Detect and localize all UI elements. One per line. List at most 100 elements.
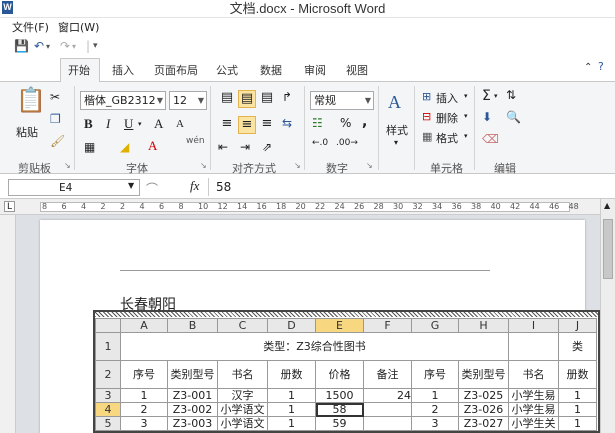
decrease-decimal-icon[interactable]: .00→	[336, 138, 358, 148]
align-left-icon[interactable]: ≡	[218, 116, 236, 134]
cell[interactable]	[363, 402, 412, 417]
styles-label[interactable]: 样式	[386, 122, 408, 138]
column-header[interactable]: C	[217, 318, 268, 333]
cell[interactable]: Z3-001	[167, 388, 218, 403]
percent-button[interactable]: %	[340, 116, 351, 130]
tab-page-layout[interactable]: 页面布局	[154, 62, 198, 78]
column-header[interactable]: J	[558, 318, 597, 333]
tab-formulas[interactable]: 公式	[216, 62, 238, 78]
customize-qat-icon[interactable]: ▾	[93, 41, 98, 51]
format-cells-label[interactable]: 格式	[436, 130, 458, 146]
expand-icon[interactable]: ⌒	[146, 180, 158, 197]
cell[interactable]: 1	[558, 416, 597, 431]
alignment-launcher-icon[interactable]: ↘	[294, 161, 301, 170]
cell[interactable]: 1	[267, 416, 316, 431]
cell[interactable]: Z3-025	[458, 388, 509, 403]
cell[interactable]: 2	[120, 402, 168, 417]
insert-cells-icon[interactable]: ⊞	[422, 90, 431, 103]
tab-home[interactable]: 开始	[68, 62, 90, 78]
row-number[interactable]: 2	[95, 360, 121, 389]
header-cell[interactable]: 书名	[508, 360, 559, 389]
header-cell[interactable]: 价格	[315, 360, 364, 389]
format-cells-icon[interactable]: ▦	[422, 130, 432, 143]
name-box-dropdown-icon[interactable]: ▼	[128, 181, 134, 190]
column-header[interactable]: F	[363, 318, 412, 333]
undo-icon[interactable]: ↶	[34, 39, 44, 53]
header-cell[interactable]: 书名	[217, 360, 268, 389]
align-right-icon[interactable]: ≡	[258, 116, 276, 134]
cell[interactable]: 58	[315, 402, 364, 417]
chevron-down-icon[interactable]: ▾	[464, 92, 468, 100]
shrink-font-button[interactable]: A	[176, 118, 184, 130]
align-middle-icon[interactable]: ▤	[238, 90, 256, 108]
cell[interactable]: 2	[411, 402, 459, 417]
number-launcher-icon[interactable]: ↘	[366, 161, 373, 170]
vertical-scrollbar[interactable]: ▲	[600, 199, 615, 433]
wen-label[interactable]: wén	[186, 136, 205, 146]
chevron-down-icon[interactable]: ▾	[464, 112, 468, 120]
redo-icon[interactable]: ↷	[60, 39, 70, 53]
cell[interactable]: 小学语文	[217, 416, 268, 431]
cell[interactable]: 1	[411, 388, 459, 403]
menu-window[interactable]: 窗口(W)	[58, 19, 99, 35]
sort-filter-icon[interactable]: ⇅	[506, 88, 516, 102]
comma-button[interactable]: ,	[362, 114, 367, 130]
title-cell[interactable]: 类型：Z3综合性图书	[120, 332, 509, 361]
clear-icon[interactable]: ⌫	[482, 132, 499, 146]
header-cell[interactable]: 序号	[411, 360, 459, 389]
cell[interactable]: Z3-002	[167, 402, 218, 417]
cell[interactable]: 59	[315, 416, 364, 431]
header-cell[interactable]: 类别型号	[458, 360, 509, 389]
insert-cells-label[interactable]: 插入	[436, 90, 458, 106]
increase-decimal-icon[interactable]: ←.0	[312, 138, 328, 148]
help-icon[interactable]: ?	[598, 60, 604, 73]
orientation-icon[interactable]: ⇗	[262, 140, 272, 154]
column-header[interactable]: A	[120, 318, 168, 333]
column-header[interactable]: E	[315, 318, 364, 333]
insert-function-button[interactable]: fx	[190, 178, 199, 194]
delete-cells-label[interactable]: 删除	[436, 110, 458, 126]
italic-button[interactable]: I	[106, 116, 110, 132]
select-all-corner[interactable]	[95, 318, 121, 333]
chevron-down-icon[interactable]: ▾	[464, 132, 468, 140]
font-name-combo[interactable]: 楷体_GB2312 ▼	[80, 91, 166, 110]
paste-icon[interactable]: 📋	[16, 86, 46, 114]
cell[interactable]: 24	[363, 388, 412, 403]
increase-indent-icon[interactable]: ⇥	[240, 140, 250, 154]
paste-label[interactable]: 粘贴	[16, 124, 38, 140]
autosum-button[interactable]: Σ	[482, 88, 491, 104]
cut-icon[interactable]: ✂	[50, 90, 60, 104]
align-top-icon[interactable]: ▤	[218, 90, 236, 108]
chevron-down-icon[interactable]: ▾	[494, 92, 498, 100]
tab-selector-icon[interactable]: L	[4, 201, 15, 212]
grow-font-button[interactable]: A	[154, 116, 163, 132]
cell[interactable]: 类	[558, 332, 597, 361]
cell[interactable]: 1	[267, 388, 316, 403]
cell[interactable]: 3	[411, 416, 459, 431]
save-icon[interactable]: 💾	[14, 39, 29, 53]
cell[interactable]	[363, 416, 412, 431]
collapse-ribbon-icon[interactable]: ⌃	[584, 62, 592, 73]
fill-color-icon[interactable]: ◢	[120, 140, 129, 154]
cell[interactable]: 汉字	[217, 388, 268, 403]
name-box[interactable]: E4	[8, 179, 140, 196]
cell[interactable]: 1	[120, 388, 168, 403]
font-launcher-icon[interactable]: ↘	[200, 161, 207, 170]
cell[interactable]: 小学语文	[217, 402, 268, 417]
cell[interactable]: 小学生易	[508, 388, 559, 403]
fill-icon[interactable]: ⬇	[482, 110, 492, 124]
header-cell[interactable]: 备注	[363, 360, 412, 389]
embedded-spreadsheet[interactable]: ABCDEFGHIJ 1 类型：Z3综合性图书 类 2 序号 类别型号 书名 册数 价格备…	[93, 310, 600, 433]
cell[interactable]: Z3-003	[167, 416, 218, 431]
styles-icon[interactable]: A	[388, 92, 401, 113]
wrap-text-icon[interactable]: ↱	[282, 90, 292, 104]
decrease-indent-icon[interactable]: ⇤	[218, 140, 228, 154]
currency-icon[interactable]: ☷	[312, 116, 323, 130]
delete-cells-icon[interactable]: ⊟	[422, 110, 431, 123]
underline-button[interactable]: U	[124, 116, 133, 132]
undo-dropdown-icon[interactable]: ▾	[46, 42, 50, 51]
cell[interactable]: 小学生易	[508, 402, 559, 417]
column-header[interactable]: D	[267, 318, 316, 333]
cell[interactable]: 1500	[315, 388, 364, 403]
cell[interactable]: 小学生关	[508, 416, 559, 431]
